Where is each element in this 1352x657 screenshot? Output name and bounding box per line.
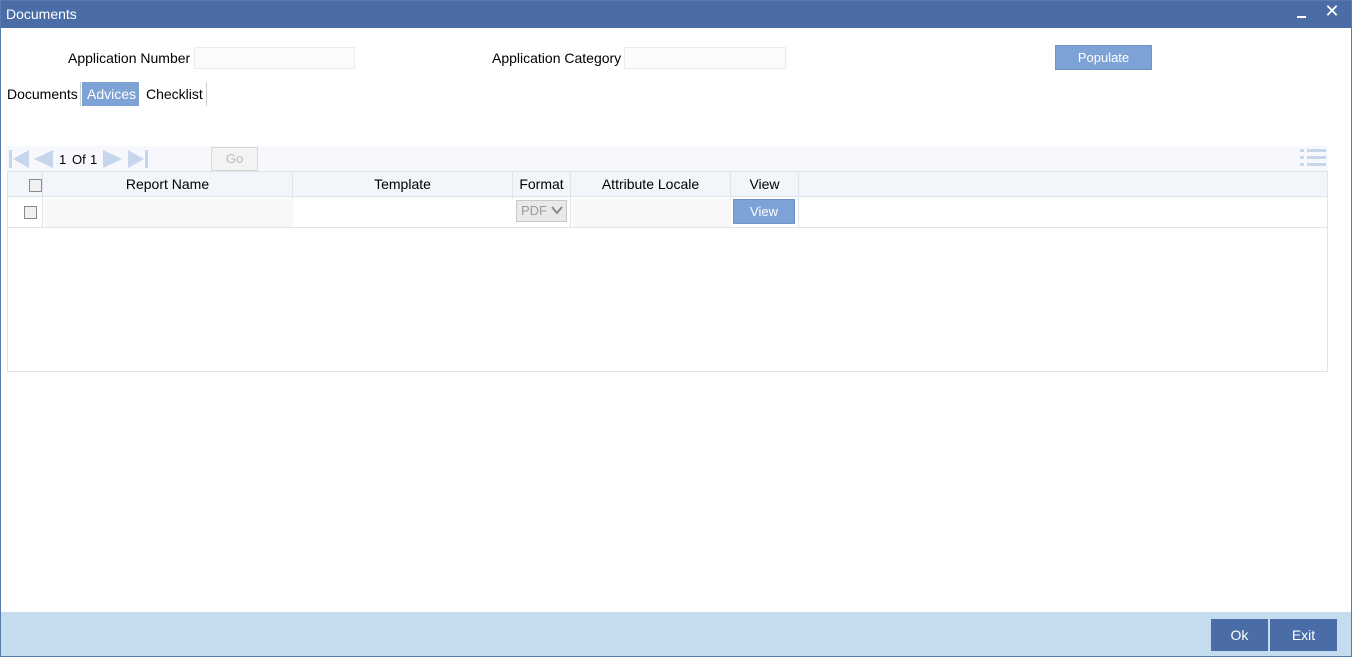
row-checkbox[interactable]	[24, 206, 37, 219]
attribute-locale-cell	[571, 197, 731, 227]
tab-checklist[interactable]: Checklist	[141, 82, 208, 106]
page-of-label: Of	[72, 152, 86, 167]
ok-button[interactable]: Ok	[1211, 619, 1268, 651]
tab-advices[interactable]: Advices	[82, 82, 139, 106]
select-all-checkbox[interactable]	[29, 179, 42, 192]
attribute-locale-field[interactable]	[573, 199, 731, 227]
exit-button[interactable]: Exit	[1270, 619, 1337, 651]
populate-button[interactable]: Populate	[1055, 45, 1152, 70]
window-title: Documents	[6, 6, 77, 22]
table-header: Report Name Template Format Attribute Lo…	[8, 172, 1327, 197]
list-menu-icon[interactable]	[1300, 149, 1326, 167]
format-select-value: PDF	[521, 203, 547, 218]
view-button[interactable]: View	[733, 199, 795, 224]
application-number-field[interactable]	[194, 47, 355, 69]
next-page-icon[interactable]	[102, 149, 124, 169]
footer-bar: Ok Exit	[1, 612, 1351, 656]
title-bar: Documents ✕	[1, 1, 1351, 28]
first-page-icon[interactable]	[7, 149, 31, 169]
header-select-cell	[8, 172, 43, 196]
page-current: 1	[59, 152, 67, 167]
template-field[interactable]	[295, 199, 513, 227]
column-header-format[interactable]: Format	[513, 172, 571, 196]
go-button[interactable]: Go	[211, 147, 258, 171]
previous-page-icon[interactable]	[32, 149, 54, 169]
page-number-input[interactable]	[164, 150, 210, 172]
column-header-view[interactable]: View	[731, 172, 799, 196]
advices-table: Report Name Template Format Attribute Lo…	[7, 171, 1328, 372]
format-select[interactable]: PDF	[516, 200, 567, 222]
row-select-cell	[8, 197, 43, 227]
tab-documents[interactable]: Documents	[2, 82, 83, 106]
report-name-field[interactable]	[45, 199, 293, 227]
chevron-down-icon	[551, 206, 563, 215]
tab-divider	[80, 82, 81, 106]
page-total: 1	[90, 152, 98, 167]
column-header-attribute-locale[interactable]: Attribute Locale	[571, 172, 731, 196]
application-category-field[interactable]	[624, 47, 786, 69]
last-page-icon[interactable]	[126, 149, 150, 169]
template-cell	[293, 197, 513, 227]
view-cell: View	[731, 197, 799, 227]
minimize-icon[interactable]	[1295, 5, 1309, 23]
application-number-label: Application Number	[68, 50, 191, 66]
documents-window: Documents ✕ Application Number Applicati…	[0, 0, 1352, 657]
column-header-template[interactable]: Template	[293, 172, 513, 196]
close-icon[interactable]: ✕	[1323, 1, 1341, 23]
table-row: PDF View	[8, 197, 1327, 228]
column-header-report-name[interactable]: Report Name	[43, 172, 293, 196]
report-name-cell	[43, 197, 293, 227]
tab-divider	[206, 82, 207, 106]
application-category-label: Application Category	[492, 50, 622, 66]
